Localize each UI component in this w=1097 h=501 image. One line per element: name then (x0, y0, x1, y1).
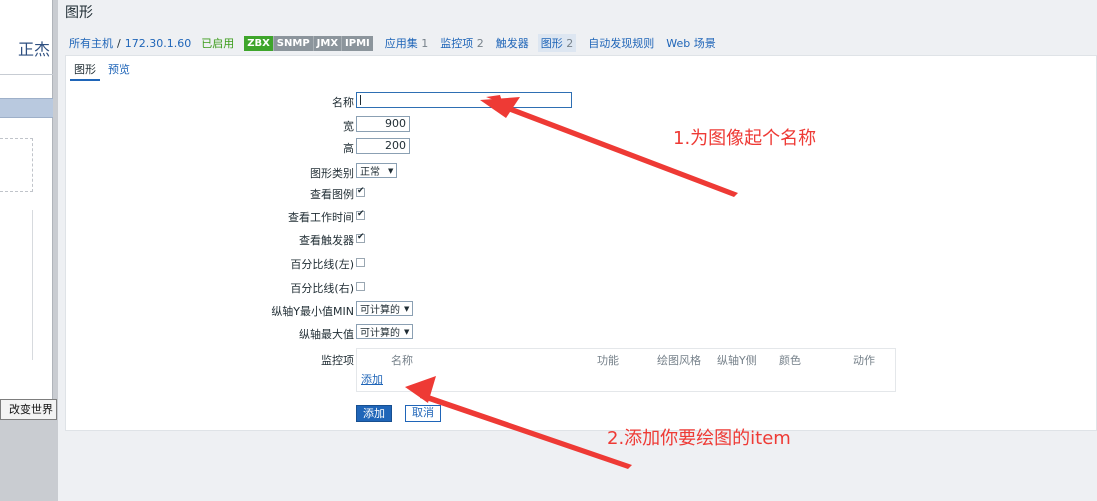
form-row-percentile-left: 百分比线(左) (66, 254, 1097, 272)
items-column-draw-style: 绘图风格 (657, 354, 701, 367)
graph-type-value: 正常 (360, 167, 380, 178)
show-legend-label: 查看图例 (310, 188, 354, 201)
percentile-right-checkbox[interactable] (356, 282, 365, 291)
nav-applications-count: 1 (421, 37, 429, 50)
add-button[interactable]: 添加 (356, 405, 392, 422)
nav-discovery-rules[interactable]: 自动发现规则 (588, 35, 654, 51)
main-area: 图形 所有主机 / 172.30.1.60 已启用 ZBX SNMP JMX I… (58, 0, 1097, 501)
nav-graphs-count: 2 (566, 37, 574, 50)
background-window-header-bar (0, 98, 53, 118)
page-title: 图形 (65, 5, 93, 21)
nav-web-scenarios-label: Web 场景 (666, 37, 716, 50)
annotation-note-2: 2.添加你要绘图的item (607, 428, 791, 449)
percentile-left-checkbox[interactable] (356, 258, 365, 267)
add-item-link[interactable]: 添加 (361, 371, 383, 387)
tab-graph[interactable]: 图形 (70, 61, 100, 81)
nav-items-count: 2 (476, 37, 484, 50)
form-row-show-legend: 查看图例 (66, 184, 1097, 202)
breadcrumb: 所有主机 / 172.30.1.60 已启用 ZBX SNMP JMX IPMI… (69, 34, 716, 52)
items-column-function: 功能 (597, 354, 619, 367)
form-row-graph-type: 图形类别 正常 ▼ (66, 163, 1097, 181)
form-tabs: 图形 预览 (70, 61, 138, 81)
form-row-name: 名称 (66, 92, 1097, 110)
text-cursor (360, 95, 361, 105)
ymax-value: 可计算的 (360, 328, 400, 339)
items-label: 监控项 (321, 354, 354, 367)
items-column-name: 名称 (391, 354, 413, 367)
height-label: 高 (343, 142, 354, 155)
show-triggers-checkbox[interactable] (356, 232, 365, 243)
nav-triggers[interactable]: 触发器 (496, 35, 529, 51)
ymin-select[interactable]: 可计算的 ▼ (356, 301, 414, 316)
name-input[interactable] (356, 92, 572, 108)
items-table: 名称 功能 绘图风格 纵轴Y侧 颜色 动作 添加 (356, 348, 896, 392)
snmp-badge: SNMP (272, 35, 313, 51)
tab-preview[interactable]: 预览 (104, 61, 134, 81)
cancel-button[interactable]: 取消 (405, 405, 441, 422)
ymin-value: 可计算的 (360, 305, 400, 316)
breadcrumb-host[interactable]: 172.30.1.60 (125, 37, 191, 50)
width-label: 宽 (343, 120, 354, 133)
graph-type-label: 图形类别 (310, 167, 354, 180)
form-row-ymin: 纵轴Y最小值MIN 可计算的 ▼ (66, 301, 1097, 319)
divider (0, 74, 53, 75)
form-row-percentile-right: 百分比线(右) (66, 278, 1097, 296)
show-triggers-label: 查看触发器 (299, 234, 354, 247)
chevron-down-icon: ▼ (404, 304, 410, 313)
background-window-sidebar (0, 210, 33, 360)
form-row-ymax: 纵轴最大值 可计算的 ▼ (66, 324, 1097, 342)
show-working-time-checkbox[interactable] (356, 209, 365, 220)
show-working-time-label: 查看工作时间 (288, 211, 354, 224)
form-row-show-triggers: 查看触发器 (66, 230, 1097, 248)
graph-type-select[interactable]: 正常 ▼ (356, 163, 398, 178)
form-row-height: 高 200 (66, 138, 1097, 156)
background-window: 正杰 (0, 0, 53, 400)
form-row-show-working-time: 查看工作时间 (66, 207, 1097, 225)
background-window-button[interactable]: 改变世界 (0, 399, 57, 420)
nav-applications[interactable]: 应用集 1 (385, 35, 429, 51)
nav-web-scenarios[interactable]: Web 场景 (666, 35, 715, 51)
host-status-enabled[interactable]: 已启用 (201, 35, 234, 51)
nav-graphs[interactable]: 图形 2 (537, 34, 577, 52)
breadcrumb-all-hosts[interactable]: 所有主机 (69, 35, 113, 51)
items-column-y-axis-side: 纵轴Y侧 (717, 354, 757, 367)
ymax-label: 纵轴最大值 (299, 328, 354, 341)
ymax-select[interactable]: 可计算的 ▼ (356, 324, 414, 339)
form-row-width: 宽 900 (66, 116, 1097, 134)
background-window-panel (0, 138, 33, 192)
percentile-left-label: 百分比线(左) (290, 258, 354, 271)
ymin-label: 纵轴Y最小值MIN (271, 305, 354, 318)
width-input[interactable]: 900 (356, 116, 410, 132)
items-column-color: 颜色 (779, 354, 801, 367)
annotation-note-1: 1.为图像起个名称 (673, 128, 817, 149)
breadcrumb-separator: / (117, 36, 121, 50)
background-window-title: 正杰 (17, 40, 50, 59)
zbx-badge: ZBX (244, 35, 273, 51)
nav-applications-label: 应用集 (384, 37, 418, 50)
nav-items-label: 监控项 (440, 37, 474, 50)
jmx-badge: JMX (312, 35, 342, 51)
chevron-down-icon: ▼ (404, 327, 410, 336)
name-label: 名称 (332, 96, 354, 109)
nav-discovery-rules-label: 自动发现规则 (588, 37, 655, 50)
show-legend-checkbox[interactable] (356, 186, 365, 197)
nav-items[interactable]: 监控项 2 (440, 35, 484, 51)
items-column-action: 动作 (853, 354, 875, 367)
ipmi-badge: IPMI (341, 35, 373, 51)
height-input[interactable]: 200 (356, 138, 410, 154)
chevron-down-icon: ▼ (388, 166, 394, 175)
graph-form-panel: 图形 预览 名称 宽 900 高 200 图形类别 正常 ▼ 查看图例 ✔ 查看… (65, 55, 1097, 431)
nav-triggers-label: 触发器 (495, 37, 529, 50)
percentile-right-label: 百分比线(右) (290, 282, 354, 295)
nav-graphs-label: 图形 (540, 37, 563, 50)
availability-badges: ZBX SNMP JMX IPMI (244, 35, 373, 51)
